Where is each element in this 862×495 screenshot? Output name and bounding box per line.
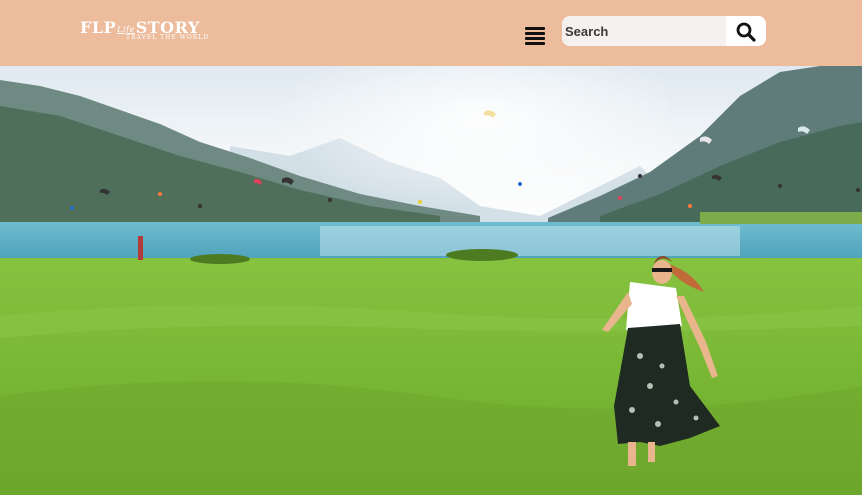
- lake-sparkle: [320, 226, 740, 256]
- kite: [688, 204, 692, 208]
- kite: [638, 174, 642, 178]
- kite: [778, 184, 782, 188]
- menu-bar: [525, 32, 545, 35]
- kite: [198, 204, 202, 208]
- sunglasses: [652, 268, 672, 272]
- kite: [518, 182, 522, 186]
- leg: [648, 442, 655, 462]
- search-box: [562, 16, 766, 46]
- logo-tagline: TRAVEL THE WORLD: [126, 34, 210, 41]
- leg: [628, 442, 636, 466]
- logo-main-mid: Life: [117, 25, 135, 34]
- red-post: [138, 236, 143, 260]
- kite: [70, 206, 74, 210]
- kite: [856, 188, 860, 192]
- search-input[interactable]: [562, 16, 726, 46]
- menu-bar: [525, 42, 545, 45]
- kite: [328, 198, 332, 202]
- bush: [190, 254, 250, 264]
- hamburger-menu-icon[interactable]: [525, 26, 545, 46]
- menu-bar: [525, 37, 545, 40]
- kite: [418, 200, 422, 204]
- sun-glow: [250, 66, 670, 246]
- far-shore: [700, 212, 862, 224]
- kite: [618, 196, 622, 200]
- site-header: FLPLifeSTORY TRAVEL THE WORLD: [0, 0, 862, 66]
- logo-main-left: FLP: [80, 18, 117, 37]
- kite: [158, 192, 162, 196]
- site-logo[interactable]: FLPLifeSTORY TRAVEL THE WORLD: [80, 18, 210, 44]
- hero-photo: [0, 66, 862, 495]
- bush: [446, 249, 518, 261]
- menu-bar: [525, 27, 545, 30]
- search-button[interactable]: [726, 16, 766, 46]
- white-top: [626, 282, 682, 330]
- search-icon: [736, 22, 756, 42]
- hero-image: [0, 66, 862, 495]
